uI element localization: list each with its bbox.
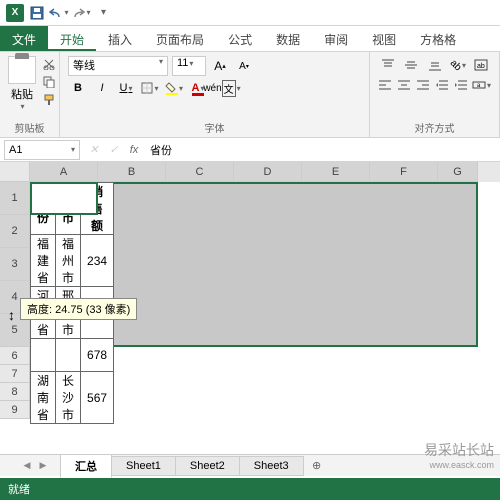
format-painter-icon[interactable] bbox=[40, 92, 58, 108]
align-top-icon[interactable] bbox=[378, 56, 397, 74]
group-font: 等线 ▾ 11▾ A▴ A▾ B I U▾ ▾ ▾ A▾ wén文▾ 字体 bbox=[60, 52, 370, 137]
font-group-label: 字体 bbox=[68, 118, 361, 135]
add-sheet-icon[interactable]: ⊕ bbox=[307, 456, 327, 476]
tab-view[interactable]: 视图 bbox=[360, 26, 408, 51]
sheet-nav-next-icon[interactable]: ▶ bbox=[36, 459, 50, 473]
status-text: 就绪 bbox=[8, 481, 30, 497]
column-header[interactable]: F bbox=[370, 162, 438, 182]
italic-button[interactable]: I bbox=[92, 78, 112, 98]
table-cell[interactable]: 678 bbox=[81, 339, 114, 372]
row-header[interactable]: 8 bbox=[0, 383, 30, 401]
row-header[interactable]: 3 bbox=[0, 248, 30, 281]
row-header[interactable]: 9 bbox=[0, 401, 30, 419]
paste-button[interactable]: 粘贴 ▾ bbox=[8, 56, 36, 111]
ribbon: 粘贴 ▾ 剪贴板 等线 ▾ 11▾ A▴ A▾ B I U▾ ▾ bbox=[0, 52, 500, 138]
undo-icon[interactable]: ▾ bbox=[48, 2, 70, 24]
select-all-corner[interactable] bbox=[0, 162, 30, 182]
row-header[interactable]: 7 bbox=[0, 365, 30, 383]
align-left-icon[interactable] bbox=[378, 76, 393, 94]
table-cell[interactable] bbox=[56, 339, 81, 372]
app-icon: X bbox=[4, 2, 26, 24]
row-header[interactable]: 6 bbox=[0, 347, 30, 365]
redo-icon[interactable]: ▾ bbox=[70, 2, 92, 24]
column-header[interactable]: A bbox=[30, 162, 98, 182]
decrease-font-icon[interactable]: A▾ bbox=[234, 56, 254, 76]
sheet-tab[interactable]: Sheet2 bbox=[175, 456, 240, 476]
column-header[interactable]: B bbox=[98, 162, 166, 182]
table-cell[interactable]: 福建省 bbox=[31, 235, 56, 287]
table-cell[interactable]: 长沙市 bbox=[56, 372, 81, 424]
column-header[interactable]: E bbox=[302, 162, 370, 182]
phonetic-button[interactable]: wén文▾ bbox=[212, 78, 232, 98]
row-header[interactable]: 2 bbox=[0, 215, 30, 248]
tab-insert[interactable]: 插入 bbox=[96, 26, 144, 51]
sheet-tab-active[interactable]: 汇总 bbox=[60, 454, 112, 478]
table-cell[interactable]: 福州市 bbox=[56, 235, 81, 287]
tab-fangge[interactable]: 方格格 bbox=[408, 26, 468, 51]
row-height-tooltip: 高度: 24.75 (33 像素) bbox=[20, 298, 137, 320]
cut-icon[interactable] bbox=[40, 56, 58, 72]
column-header[interactable]: G bbox=[438, 162, 478, 182]
row-header[interactable]: 1 bbox=[0, 182, 30, 215]
table-cell[interactable]: 567 bbox=[81, 372, 114, 424]
tab-pagelayout[interactable]: 页面布局 bbox=[144, 26, 216, 51]
increase-indent-icon[interactable] bbox=[453, 76, 468, 94]
underline-button[interactable]: U▾ bbox=[116, 78, 136, 98]
tab-formulas[interactable]: 公式 bbox=[216, 26, 264, 51]
merge-center-icon[interactable]: a▾ bbox=[472, 76, 491, 94]
sheet-tab[interactable]: Sheet3 bbox=[239, 456, 304, 476]
quick-access-toolbar: X ▾ ▾ ▾ bbox=[0, 0, 500, 26]
copy-icon[interactable] bbox=[40, 74, 58, 90]
table-cell[interactable]: 234 bbox=[81, 235, 114, 287]
watermark: 易采站长站 www.easck.com bbox=[424, 440, 494, 470]
group-clipboard: 粘贴 ▾ 剪贴板 bbox=[0, 52, 60, 137]
fill-color-button[interactable]: ▾ bbox=[164, 78, 184, 98]
decrease-indent-icon[interactable] bbox=[434, 76, 449, 94]
cancel-icon[interactable]: ✕ bbox=[84, 140, 104, 160]
column-header[interactable]: C bbox=[166, 162, 234, 182]
formula-input[interactable] bbox=[144, 140, 500, 160]
enter-icon[interactable]: ✓ bbox=[104, 140, 124, 160]
svg-text:ab: ab bbox=[477, 63, 485, 70]
row-resize-cursor-icon[interactable]: ↕ bbox=[8, 307, 15, 323]
fx-icon[interactable]: fx bbox=[124, 140, 144, 160]
tab-file[interactable]: 文件 bbox=[0, 26, 48, 51]
column-header[interactable]: D bbox=[234, 162, 302, 182]
font-name-select[interactable]: 等线 ▾ bbox=[68, 56, 168, 76]
clipboard-group-label: 剪贴板 bbox=[8, 118, 51, 135]
name-box[interactable]: A1▾ bbox=[4, 140, 80, 160]
align-bottom-icon[interactable] bbox=[425, 56, 444, 74]
orientation-icon[interactable]: ab▾ bbox=[448, 56, 467, 74]
wrap-text-icon[interactable]: ab bbox=[472, 56, 491, 74]
ribbon-tabs: 文件 开始 插入 页面布局 公式 数据 审阅 视图 方格格 bbox=[0, 26, 500, 52]
formula-bar: A1▾ ✕ ✓ fx bbox=[0, 138, 500, 162]
sheet-nav-prev-icon[interactable]: ◀ bbox=[20, 459, 34, 473]
spreadsheet-grid: ABCDEFG 123456789 省份城市销售额福建省福州市234河北省邢台市… bbox=[0, 162, 500, 419]
status-bar: 就绪 bbox=[0, 478, 500, 500]
align-center-icon[interactable] bbox=[397, 76, 412, 94]
save-icon[interactable] bbox=[26, 2, 48, 24]
border-button[interactable]: ▾ bbox=[140, 78, 160, 98]
qat-customize-icon[interactable]: ▾ bbox=[92, 2, 114, 24]
font-size-select[interactable]: 11▾ bbox=[172, 56, 206, 76]
tab-data[interactable]: 数据 bbox=[264, 26, 312, 51]
tab-home[interactable]: 开始 bbox=[48, 26, 96, 51]
table-cell[interactable] bbox=[31, 339, 56, 372]
group-alignment: ab▾ ab a▾ 对齐方式 bbox=[370, 52, 500, 137]
increase-font-icon[interactable]: A▴ bbox=[210, 56, 230, 76]
align-middle-icon[interactable] bbox=[401, 56, 420, 74]
paste-label: 粘贴 bbox=[11, 86, 33, 102]
bold-button[interactable]: B bbox=[68, 78, 88, 98]
table-cell[interactable]: 湖南省 bbox=[31, 372, 56, 424]
active-cell bbox=[30, 182, 98, 215]
align-group-label: 对齐方式 bbox=[378, 118, 491, 135]
sheet-tab[interactable]: Sheet1 bbox=[111, 456, 176, 476]
column-headers: ABCDEFG bbox=[0, 162, 500, 182]
tab-review[interactable]: 审阅 bbox=[312, 26, 360, 51]
align-right-icon[interactable] bbox=[416, 76, 431, 94]
